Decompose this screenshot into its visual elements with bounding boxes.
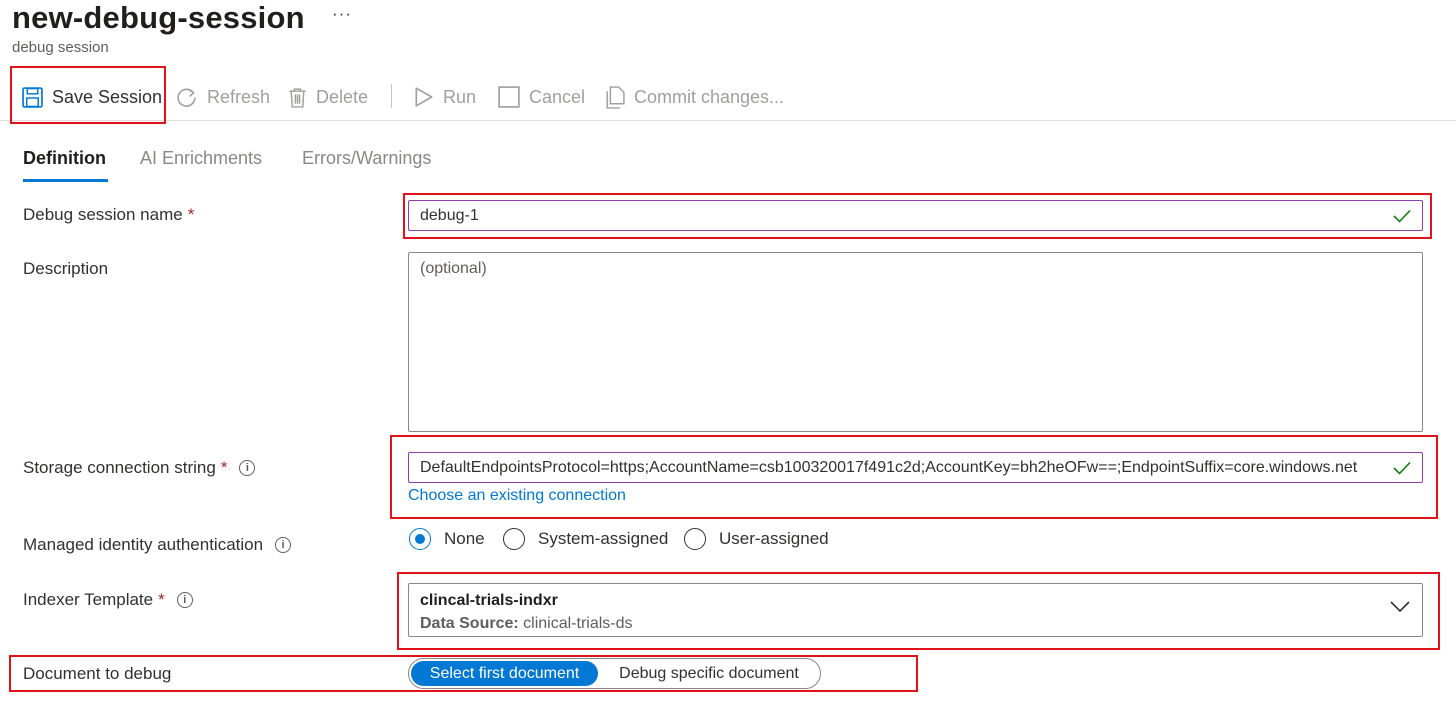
radio-user-assigned-label: User-assigned	[719, 529, 829, 548]
more-options-button[interactable]: ···	[332, 4, 352, 24]
select-first-document-option[interactable]: Select first document	[411, 661, 598, 686]
description-textarea[interactable]: (optional)	[408, 252, 1423, 432]
toolbar-divider	[0, 120, 1456, 121]
radio-system-assigned[interactable]: System-assigned	[503, 528, 668, 550]
storage-label-row: Storage connection string * i	[23, 458, 256, 478]
radio-circle	[409, 528, 431, 550]
document-toggle: Select first document Debug specific doc…	[408, 658, 821, 689]
required-marker: *	[220, 458, 228, 477]
info-icon[interactable]: i	[239, 460, 256, 476]
run-label: Run	[443, 86, 477, 107]
debug-specific-document-option[interactable]: Debug specific document	[602, 661, 816, 686]
indexer-label-row: Indexer Template * i	[23, 590, 193, 610]
cancel-label: Cancel	[529, 86, 586, 107]
page-subtitle: debug session	[12, 39, 109, 56]
page-title: new-debug-session	[12, 0, 305, 35]
run-button[interactable]: Run	[414, 80, 476, 114]
session-name-label-row: Debug session name *	[23, 205, 194, 225]
tab-errors-warnings[interactable]: Errors/Warnings	[302, 148, 431, 169]
description-label: Description	[23, 259, 109, 278]
save-session-label: Save Session	[52, 86, 163, 107]
required-marker: *	[158, 590, 165, 609]
radio-system-assigned-label: System-assigned	[538, 529, 669, 548]
storage-connection-value: DefaultEndpointsProtocol=https;AccountNa…	[420, 458, 1358, 476]
tab-ai-enrichments[interactable]: AI Enrichments	[140, 148, 262, 169]
document-label: Document to debug	[23, 664, 172, 683]
trash-icon	[289, 87, 306, 108]
radio-circle	[684, 528, 706, 550]
indexer-label: Indexer Template	[23, 590, 154, 609]
play-icon	[415, 87, 433, 107]
active-tab-indicator	[23, 179, 108, 182]
session-name-field[interactable]: debug-1	[408, 200, 1423, 231]
info-icon[interactable]: i	[275, 537, 292, 553]
checkmark-icon	[1393, 209, 1411, 223]
description-placeholder: (optional)	[420, 260, 487, 277]
radio-user-assigned[interactable]: User-assigned	[684, 528, 829, 550]
indexer-data-source: Data Source: clinical-trials-ds	[420, 615, 633, 633]
storage-label: Storage connection string	[23, 458, 216, 477]
indexer-name: clincal-trials-indxr	[420, 592, 558, 609]
radio-none[interactable]: None	[409, 528, 485, 550]
tab-definition[interactable]: Definition	[23, 148, 106, 169]
toolbar-separator	[391, 84, 392, 108]
storage-connection-field[interactable]: DefaultEndpointsProtocol=https;AccountNa…	[408, 452, 1423, 483]
choose-existing-connection-link[interactable]: Choose an existing connection	[408, 487, 626, 505]
save-session-button[interactable]: Save Session	[22, 80, 162, 114]
identity-label-row: Managed identity authentication i	[23, 535, 292, 555]
delete-label: Delete	[316, 86, 369, 107]
commit-changes-button[interactable]: Commit changes...	[604, 80, 784, 114]
session-name-value: debug-1	[420, 206, 479, 224]
refresh-icon	[177, 88, 196, 107]
cancel-button[interactable]: Cancel	[498, 80, 585, 114]
session-name-label: Debug session name	[23, 205, 183, 224]
required-marker: *	[187, 205, 195, 224]
chevron-down-icon	[1390, 601, 1410, 613]
refresh-button[interactable]: Refresh	[175, 80, 270, 114]
data-source-value: clinical-trials-ds	[523, 615, 633, 632]
info-icon[interactable]: i	[176, 592, 193, 608]
radio-circle	[503, 528, 525, 550]
save-icon	[22, 86, 43, 108]
copy-icon	[606, 85, 625, 109]
delete-button[interactable]: Delete	[288, 80, 368, 114]
indexer-template-dropdown[interactable]: clincal-trials-indxr Data Source: clinic…	[408, 583, 1423, 637]
checkmark-icon	[1393, 461, 1411, 475]
commit-changes-label: Commit changes...	[634, 86, 785, 107]
stop-icon	[498, 86, 520, 108]
radio-none-label: None	[444, 529, 485, 548]
data-source-label: Data Source:	[420, 615, 519, 632]
radio-dot	[415, 534, 425, 544]
refresh-label: Refresh	[207, 86, 271, 107]
identity-label: Managed identity authentication	[23, 535, 264, 554]
